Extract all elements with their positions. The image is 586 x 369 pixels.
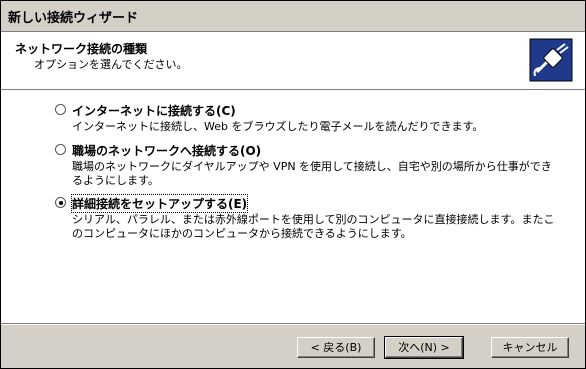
wizard-window: 新しい接続ウィザード ネットワーク接続の種類 オプションを選んでください。 イン…: [0, 0, 586, 369]
back-button[interactable]: < 戻る(B): [297, 337, 375, 358]
option-advanced-description: シリアル、パラレル、または赤外線ポートを使用して別のコンピュータに直接接続します…: [72, 213, 555, 240]
network-connection-icon: [529, 38, 573, 82]
radio-internet[interactable]: [55, 104, 66, 115]
window-title: 新しい接続ウィザード: [8, 11, 139, 26]
option-internet-description: インターネットに接続し、Web をブラウズしたり電子メールを読んだりできます。: [72, 120, 484, 133]
radio-workplace[interactable]: [55, 144, 66, 155]
option-advanced-label[interactable]: 詳細接続をセットアップする(E): [70, 194, 249, 213]
option-workplace-label[interactable]: 職場のネットワークへ接続する(O): [72, 142, 261, 159]
header-subtitle: オプションを選んでください。: [34, 58, 188, 71]
next-button[interactable]: 次へ(N) >: [384, 336, 464, 359]
radio-advanced[interactable]: [55, 197, 66, 208]
option-internet-label[interactable]: インターネットに接続する(C): [72, 102, 236, 119]
title-bar: 新しい接続ウィザード: [1, 1, 585, 32]
header-title: ネットワーク接続の種類: [15, 42, 148, 56]
cancel-button[interactable]: キャンセル: [491, 337, 569, 358]
button-bar: < 戻る(B) 次へ(N) > キャンセル: [1, 325, 585, 368]
option-workplace-description: 職場のネットワークにダイヤルアップや VPN を使用して接続し、自宅や別の場所か…: [72, 160, 552, 187]
options-area: インターネットに接続する(C) インターネットに接続し、Web をブラウズしたり…: [1, 91, 585, 323]
wizard-header: ネットワーク接続の種類 オプションを選んでください。: [1, 32, 585, 90]
